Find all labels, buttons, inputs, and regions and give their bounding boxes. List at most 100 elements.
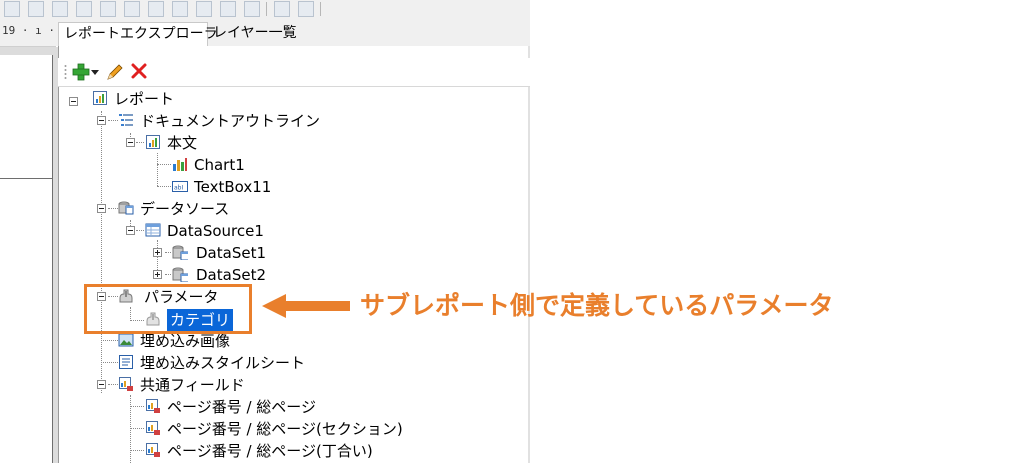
tree-label: ドキュメントアウトライン xyxy=(140,111,321,130)
tree-line xyxy=(130,406,144,407)
toolbar-separator xyxy=(266,2,267,16)
toolbar-separator xyxy=(320,2,321,16)
tree-line xyxy=(136,230,144,231)
tree-line xyxy=(108,208,118,209)
datasources-icon xyxy=(118,201,134,215)
common-fields-icon xyxy=(119,377,133,391)
tree-item-document-outline[interactable]: ドキュメントアウトライン xyxy=(140,109,320,131)
field-icon xyxy=(146,443,160,457)
top-toolbar xyxy=(0,0,530,20)
tree-line xyxy=(108,120,118,121)
dataset-icon xyxy=(172,245,188,260)
dataset-icon xyxy=(172,267,188,282)
chart-icon xyxy=(173,158,187,171)
tree-item-dataset1[interactable]: DataSet1 xyxy=(196,241,266,263)
tree-line xyxy=(157,186,171,187)
tree-item-report[interactable]: レポート xyxy=(114,87,174,109)
align-icon[interactable] xyxy=(196,1,212,17)
toolbar-grip-icon xyxy=(64,65,67,79)
align-icon[interactable] xyxy=(4,1,20,17)
tree-item-textbox11[interactable]: TextBox11 xyxy=(194,175,271,197)
green-plus-icon[interactable] xyxy=(72,63,90,81)
chevron-down-icon[interactable] xyxy=(91,70,99,76)
collapse-toggle[interactable] xyxy=(97,380,106,389)
panel-border xyxy=(528,46,530,463)
tree-item-dataset2[interactable]: DataSet2 xyxy=(196,263,266,285)
collapse-toggle[interactable] xyxy=(97,204,106,213)
collapse-toggle[interactable] xyxy=(126,226,135,235)
tree-line xyxy=(101,111,102,393)
field-icon xyxy=(146,399,160,413)
tree-label: DataSource1 xyxy=(167,221,264,240)
design-page[interactable] xyxy=(0,55,53,463)
tree-label: TextBox11 xyxy=(194,177,272,196)
ruler-label: 19 · ı · xyxy=(2,24,55,37)
tree-label: DataSet2 xyxy=(196,265,266,284)
collapse-toggle[interactable] xyxy=(97,116,106,125)
callout-text: サブレポート側で定義しているパラメータ xyxy=(360,291,834,320)
tree-label: DataSet1 xyxy=(196,243,266,262)
tree-item-datasource1[interactable]: DataSource1 xyxy=(167,219,264,241)
tab-layer-list[interactable]: レイヤー一覧 xyxy=(208,22,304,44)
send-back-icon[interactable] xyxy=(298,1,314,17)
datasource-icon xyxy=(145,223,161,237)
field-icon xyxy=(146,421,160,435)
expand-toggle[interactable] xyxy=(153,248,162,257)
collapse-toggle[interactable] xyxy=(126,138,135,147)
section-divider xyxy=(0,178,52,179)
tree-line xyxy=(101,340,118,341)
tree-item-common-fields[interactable]: 共通フィールド xyxy=(140,373,245,395)
embedded-image-icon xyxy=(118,333,134,347)
body-icon xyxy=(146,135,160,149)
tree-item-chart1[interactable]: Chart1 xyxy=(194,153,245,175)
bring-front-icon[interactable] xyxy=(274,1,290,17)
align-icon[interactable] xyxy=(220,1,236,17)
red-x-icon[interactable] xyxy=(130,62,148,80)
align-icon[interactable] xyxy=(52,1,68,17)
tree-item-page-number-section[interactable]: ページ番号 / 総ページ(セクション) xyxy=(167,417,403,439)
tree-line xyxy=(157,164,171,165)
tree-label: ページ番号 / 総ページ xyxy=(167,397,316,416)
textbox-icon: abI xyxy=(172,181,188,192)
tree-item-page-number-total[interactable]: ページ番号 / 総ページ xyxy=(167,395,316,417)
tree-label: 埋め込みスタイルシート xyxy=(140,353,306,372)
callout-arrow-icon xyxy=(262,294,350,318)
align-icon[interactable] xyxy=(76,1,92,17)
tree-label: ページ番号 / 総ページ(セクション) xyxy=(167,419,403,438)
collapse-toggle[interactable] xyxy=(69,97,78,106)
tree-label: 共通フィールド xyxy=(140,375,245,394)
tree-line xyxy=(101,362,118,363)
tree-line xyxy=(130,428,144,429)
tree-item-body[interactable]: 本文 xyxy=(167,131,197,153)
tree-label: 本文 xyxy=(167,133,198,152)
tree-label: レポート xyxy=(114,89,175,108)
align-icon[interactable] xyxy=(124,1,140,17)
align-icon[interactable] xyxy=(28,1,44,17)
callout-highlight-box xyxy=(84,284,252,334)
tree-line xyxy=(130,450,144,451)
tab-strip: レポートエクスプローラ レイヤー一覧 xyxy=(56,20,530,47)
tree-item-page-number-collation[interactable]: ページ番号 / 総ページ(丁合い) xyxy=(167,439,373,461)
tree-line xyxy=(157,153,158,186)
align-icon[interactable] xyxy=(100,1,116,17)
tree-item-embedded-stylesheets[interactable]: 埋め込みスタイルシート xyxy=(140,351,305,373)
pencil-icon[interactable] xyxy=(105,62,125,82)
expand-toggle[interactable] xyxy=(153,270,162,279)
report-icon xyxy=(93,91,107,105)
tree-line xyxy=(165,274,171,275)
align-icon[interactable] xyxy=(244,1,260,17)
tree-item-datasources[interactable]: データソース xyxy=(140,197,229,219)
outline-icon xyxy=(119,114,133,126)
tree-line xyxy=(108,384,118,385)
svg-text:abI: abI xyxy=(174,185,183,192)
tree-label: ページ番号 / 総ページ(丁合い) xyxy=(167,441,373,460)
align-icon[interactable] xyxy=(172,1,188,17)
tree-label: Chart1 xyxy=(194,155,245,174)
stylesheet-icon xyxy=(119,355,133,369)
tree-line xyxy=(165,252,171,253)
tab-report-explorer[interactable]: レポートエクスプローラ xyxy=(58,22,218,47)
tree-line xyxy=(136,142,144,143)
tree-label: データソース xyxy=(140,199,230,218)
align-icon[interactable] xyxy=(148,1,164,17)
explorer-toolbar xyxy=(58,58,530,87)
